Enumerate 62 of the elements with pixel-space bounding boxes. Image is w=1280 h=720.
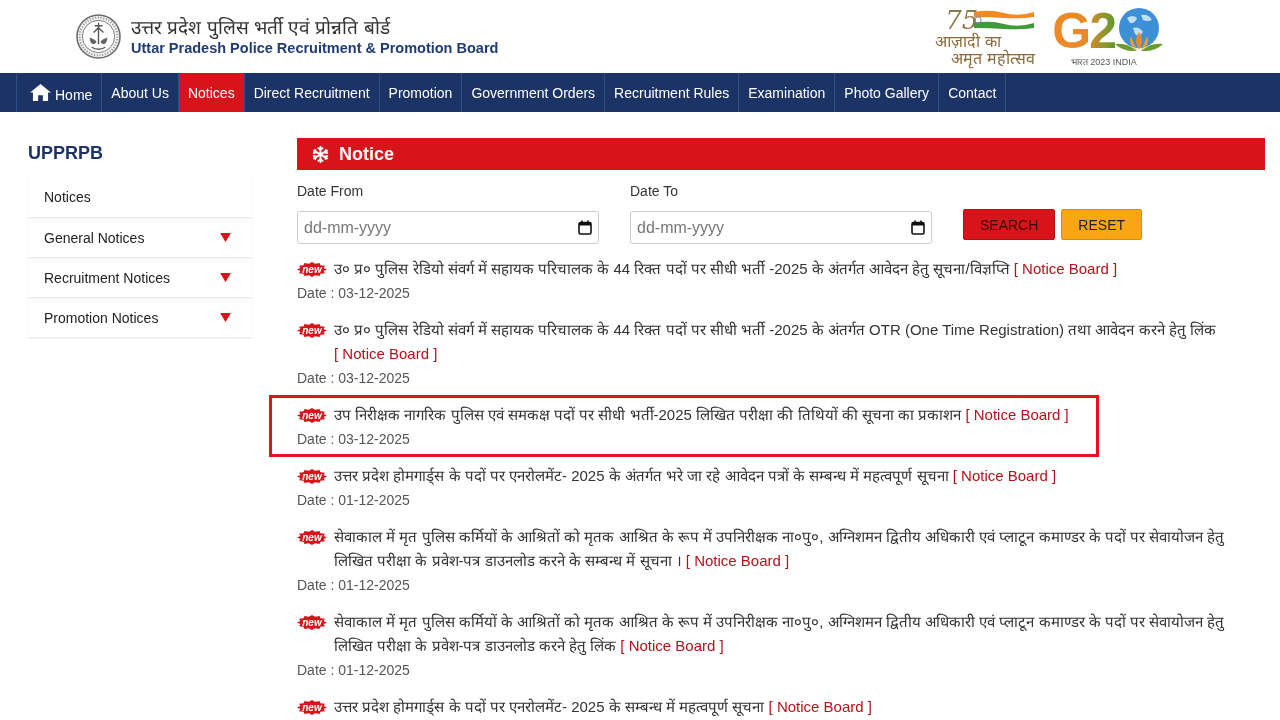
reset-button[interactable]: RESET <box>1061 209 1143 240</box>
caret-down-icon <box>220 313 231 322</box>
notice-board-link[interactable]: [ Notice Board ] <box>768 698 872 715</box>
notice-board-link[interactable]: [ Notice Board ] <box>334 345 438 362</box>
new-badge: new <box>297 530 327 545</box>
notice-date: Date : 01-12-2025 <box>297 576 411 595</box>
sidebar-item[interactable]: Recruitment Notices <box>28 258 252 298</box>
caret-down-icon <box>220 233 231 242</box>
nav-link[interactable]: Promotion <box>378 73 462 112</box>
notice-title: सेवाकाल में मृत पुलिस कर्मियों के आश्रितों को मृतक आश्रित के रूप में उपनिरीक्षक ना०पु०, अग्निशमन द्वितीय अधिकारी एवं प्लाटून कमाण्डर के पदों पर सेवायोजन हेतु लिखित परीक्षा के प्रवेश-पत्र डाउनलोड करने के सम्बन्ध में सूचना । [ Notice Board ] <box>334 527 1226 572</box>
calendar-icon[interactable] <box>911 220 925 235</box>
notice-board-link[interactable]: [ Notice Board ] <box>952 467 1057 484</box>
nav-link[interactable]: Direct Recruitment <box>243 73 379 112</box>
nav-link[interactable]: About Us <box>101 73 178 112</box>
home-icon <box>30 84 51 101</box>
sidebar-item[interactable]: Promotion Notices <box>28 298 252 338</box>
notice-title: सेवाकाल में मृत पुलिस कर्मियों के आश्रितों को मृतक आश्रित के रूप में उपनिरीक्षक ना०पु०, अग्निशमन द्वितीय अधिकारी एवं प्लाटून कमाण्डर के पदों पर सेवायोजन हेतु लिखित परीक्षा के प्रवेश-पत्र डाउनलोड करने हेतु लिंक [ Notice Board ] <box>334 612 1226 657</box>
new-badge: new <box>297 262 327 277</box>
nav-link[interactable]: Notices <box>177 73 244 112</box>
date-field[interactable]: dd-mm-yyyy <box>630 211 932 244</box>
nav-link[interactable]: Contact <box>938 73 1007 112</box>
nav-link[interactable]: Examination <box>738 73 835 112</box>
new-badge: new <box>297 408 327 423</box>
new-badge: new <box>297 700 327 715</box>
snowflake-icon <box>312 145 329 163</box>
notice-date: Date : 01-12-2025 <box>297 491 411 510</box>
nav-link[interactable]: Home <box>16 73 102 112</box>
notice-title: उत्तर प्रदेश होमगार्ड्स के पदों पर एनरोलमेंट- 2025 के सम्बन्ध में महत्वपूर्ण सूचना [ Notice Board ] <box>334 697 872 718</box>
round-seal-logo <box>76 14 121 59</box>
notice-date: Date : 03-12-2025 <box>297 369 411 388</box>
logo-tagline: भारत 2023 INDIA <box>1070 57 1137 68</box>
notice-date: Date : 03-12-2025 <box>297 284 411 303</box>
nav-link[interactable]: Photo Gallery <box>834 73 939 112</box>
notice-title: उ० प्र० पुलिस रेडियो संवर्ग में सहायक परिचालक के 44 रिक्त पदों पर सीधी भर्ती -2025 के अंतर्गत आवेदन हेतु सूचना/विज्ञप्ति [ Notice Board ] <box>334 259 1118 280</box>
notice-title: उ० प्र० पुलिस रेडियो संवर्ग में सहायक परिचालक के 44 रिक्त पदों पर सीधी भर्ती -2025 के अंतर्गत OTR (One Time Registration) तथा आवेदन करने हेतु लिंक [ Notice Board ] <box>334 320 1217 364</box>
new-badge: new <box>297 469 327 484</box>
sidebar-title: UPPRPB <box>28 142 104 164</box>
calendar-icon[interactable] <box>578 220 592 235</box>
field-label: Date To <box>630 183 679 199</box>
notice-board-link[interactable]: [ Notice Board ] <box>1013 260 1118 277</box>
notice-title: उप निरीक्षक नागरिक पुलिस एवं समकक्ष पदों पर सीधी भर्ती-2025 लिखित परीक्षा की तिथियों की सूचना का प्रकाशन [ Notice Board ] <box>334 405 1069 426</box>
new-badge: new <box>297 323 327 338</box>
notice-board-link[interactable]: [ Notice Board ] <box>620 637 724 654</box>
sidebar-item[interactable]: General Notices <box>28 218 252 258</box>
logo-text: आज़ादी का <box>935 32 1001 50</box>
new-badge: new <box>297 615 327 630</box>
field-label: Date From <box>297 183 365 199</box>
nav-link[interactable]: Government Orders <box>461 73 605 112</box>
date-field[interactable]: dd-mm-yyyy <box>297 211 599 244</box>
notice-date: Date : 01-12-2025 <box>297 661 411 680</box>
nav-link[interactable]: Recruitment Rules <box>604 73 739 112</box>
notice-board-link[interactable]: [ Notice Board ] <box>685 552 790 569</box>
section-title: Notice <box>339 143 394 165</box>
notice-title: उत्तर प्रदेश होमगार्ड्स के पदों पर एनरोलमेंट- 2025 के अंतर्गत भरे जा रहे आवेदन पत्रों के सम्बन्ध में महत्वपूर्ण सूचना [ Notice Board ] <box>334 466 1057 487</box>
site-subtitle: Uttar Pradesh Police Recruitment & Promotion Board <box>131 39 499 57</box>
logo-text: अमृत महोत्सव <box>951 49 1035 67</box>
logo-number: 75 <box>945 6 979 33</box>
notice-board-link[interactable]: [ Notice Board ] <box>965 406 1069 423</box>
site-title: उत्तर प्रदेश पुलिस भर्ती एवं प्रोन्नति बोर्ड <box>131 16 392 39</box>
notice-date: Date : 03-12-2025 <box>297 430 411 449</box>
sidebar-item[interactable]: Notices <box>28 176 252 218</box>
caret-down-icon <box>220 273 231 282</box>
